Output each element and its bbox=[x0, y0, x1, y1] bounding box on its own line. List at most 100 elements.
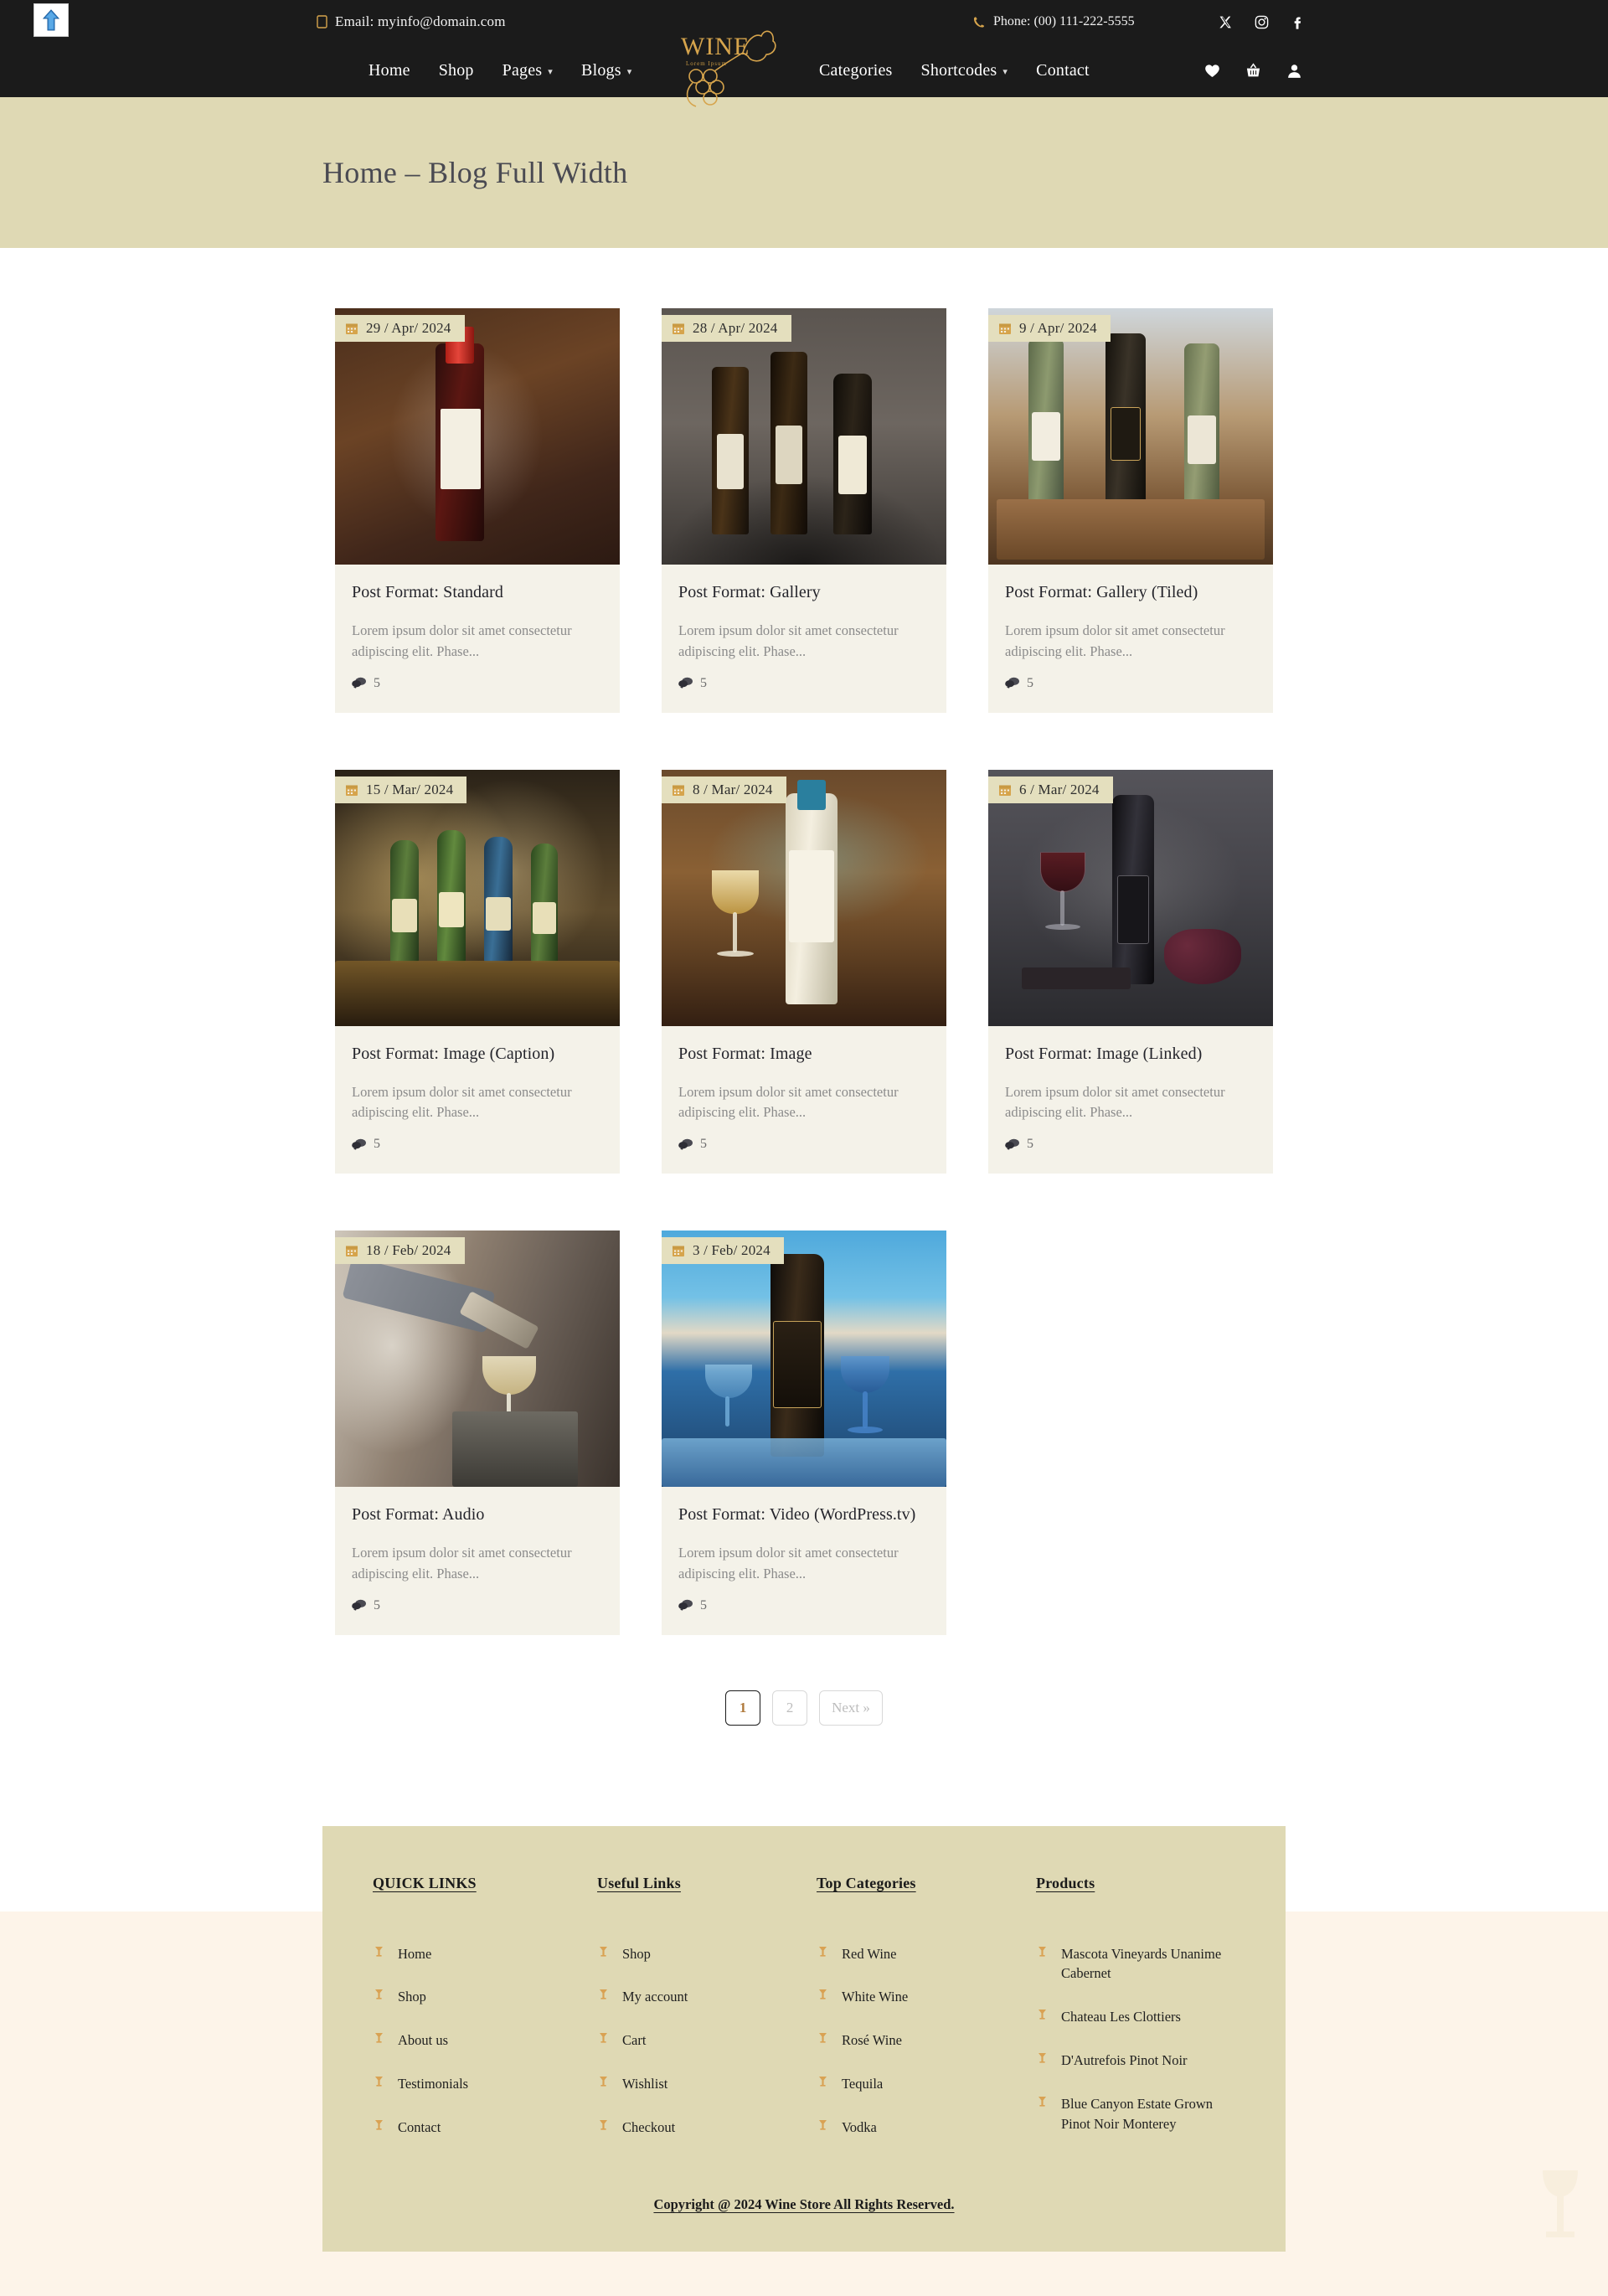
nav-label: Contact bbox=[1036, 60, 1090, 80]
footer-link-tequila[interactable]: Tequila bbox=[817, 2074, 1036, 2094]
nav-item-pages[interactable]: Pages ▾ bbox=[502, 61, 553, 80]
footer-link-wishlist[interactable]: Wishlist bbox=[597, 2074, 817, 2094]
instagram-icon[interactable] bbox=[1255, 15, 1269, 29]
post-excerpt: Lorem ipsum dolor sit amet consectetur a… bbox=[352, 1545, 572, 1581]
post-title[interactable]: Post Format: Image bbox=[678, 1045, 930, 1064]
nav-item-categories[interactable]: Categories bbox=[819, 61, 893, 80]
blog-post-card[interactable]: 15 / Mar/ 2024 Post Format: Image (Capti… bbox=[335, 769, 620, 1174]
user-icon[interactable] bbox=[1286, 63, 1302, 79]
post-comment-count: 5 bbox=[678, 1598, 930, 1613]
post-excerpt: Lorem ipsum dolor sit amet consectetur a… bbox=[352, 1083, 572, 1121]
site-footer: QUICK LINKS Home Shop About us Testimoni… bbox=[322, 1825, 1286, 2252]
blog-post-card[interactable]: 3 / Feb/ 2024 Post Format: Video (WordPr… bbox=[662, 1231, 946, 1635]
wine-glass-icon bbox=[599, 1946, 608, 1958]
facebook-icon[interactable] bbox=[1291, 15, 1305, 29]
post-excerpt: Lorem ipsum dolor sit amet consectetur a… bbox=[1005, 1083, 1225, 1121]
post-date-badge: 9 / Apr/ 2024 bbox=[988, 315, 1111, 342]
wine-glass-icon bbox=[374, 2076, 384, 2087]
wine-glass-icon bbox=[818, 2076, 827, 2087]
basket-icon[interactable] bbox=[1245, 62, 1261, 79]
post-date-badge: 15 / Mar/ 2024 bbox=[335, 776, 467, 803]
blog-post-card[interactable]: 6 / Mar/ 2024 Post Format: Image (Linked… bbox=[988, 769, 1273, 1174]
wine-glass-icon bbox=[1038, 2096, 1047, 2108]
footer-link-chateau-les-clottiers[interactable]: Chateau Les Clottiers bbox=[1036, 2007, 1235, 2027]
footer-link-my-account[interactable]: My account bbox=[597, 1987, 817, 2007]
post-thumbnail[interactable]: 18 / Feb/ 2024 bbox=[335, 1231, 620, 1487]
wine-glass-icon bbox=[599, 2032, 608, 2044]
heart-icon[interactable] bbox=[1204, 63, 1220, 79]
blog-post-card[interactable]: 18 / Feb/ 2024 Post Format: Audio Lorem … bbox=[335, 1231, 620, 1635]
post-thumbnail[interactable]: 29 / Apr/ 2024 bbox=[335, 308, 620, 565]
contact-email-text: Email: myinfo@domain.com bbox=[335, 13, 506, 29]
footer-link-home[interactable]: Home bbox=[373, 1944, 597, 1964]
blog-post-card[interactable]: 9 / Apr/ 2024 Post Format: Gallery (Tile… bbox=[988, 308, 1273, 713]
pagination-page-1[interactable]: 1 bbox=[725, 1690, 761, 1726]
footer-link-red-wine[interactable]: Red Wine bbox=[817, 1944, 1036, 1964]
nav-label: Shortcodes bbox=[920, 60, 997, 80]
footer-link-shop-2[interactable]: Shop bbox=[597, 1944, 817, 1964]
post-thumbnail[interactable]: 3 / Feb/ 2024 bbox=[662, 1231, 946, 1487]
calendar-icon bbox=[998, 322, 1012, 335]
post-body: Post Format: Image (Caption) Lorem ipsum… bbox=[335, 1026, 620, 1174]
site-logo[interactable]: WINE Lorem Ipsum bbox=[674, 20, 778, 112]
post-thumbnail[interactable]: 28 / Apr/ 2024 bbox=[662, 308, 946, 565]
footer-link-checkout[interactable]: Checkout bbox=[597, 2118, 817, 2138]
post-thumbnail[interactable]: 15 / Mar/ 2024 bbox=[335, 769, 620, 1026]
footer-link-contact[interactable]: Contact bbox=[373, 2118, 597, 2138]
post-thumbnail[interactable]: 6 / Mar/ 2024 bbox=[988, 769, 1273, 1026]
post-title[interactable]: Post Format: Audio bbox=[352, 1505, 603, 1525]
footer-link-label: Blue Canyon Estate Grown Pinot Noir Mont… bbox=[1061, 2096, 1214, 2133]
post-title[interactable]: Post Format: Gallery bbox=[678, 583, 930, 602]
footer-link-white-wine[interactable]: White Wine bbox=[817, 1987, 1036, 2007]
post-title[interactable]: Post Format: Image (Linked) bbox=[1005, 1045, 1256, 1064]
post-title[interactable]: Post Format: Video (WordPress.tv) bbox=[678, 1505, 930, 1525]
footer-link-label: Tequila bbox=[842, 2076, 884, 2092]
x-icon[interactable] bbox=[1219, 15, 1233, 29]
comment-icon bbox=[352, 677, 367, 689]
wine-glass-icon bbox=[1038, 1946, 1047, 1958]
top-bar: Email: myinfo@domain.com Phone: (00) 111… bbox=[0, 0, 1608, 44]
scroll-to-top-button[interactable] bbox=[34, 3, 69, 37]
post-thumbnail[interactable]: 9 / Apr/ 2024 bbox=[988, 308, 1273, 565]
footer-link-about-us[interactable]: About us bbox=[373, 2030, 597, 2051]
footer-link-shop[interactable]: Shop bbox=[373, 1987, 597, 2007]
post-date-text: 15 / Mar/ 2024 bbox=[366, 781, 454, 797]
footer-link-dautrefois-pinot-noir[interactable]: D'Autrefois Pinot Noir bbox=[1036, 2051, 1235, 2071]
nav-item-blogs[interactable]: Blogs ▾ bbox=[581, 61, 631, 80]
svg-text:WINE: WINE bbox=[681, 33, 750, 60]
post-date-badge: 28 / Apr/ 2024 bbox=[662, 315, 791, 342]
blog-post-card[interactable]: 29 / Apr/ 2024 Post Format: Standard Lor… bbox=[335, 308, 620, 713]
wine-glass-icon bbox=[599, 2119, 608, 2131]
pagination-page-2[interactable]: 2 bbox=[772, 1690, 808, 1726]
calendar-icon bbox=[345, 1244, 358, 1257]
pagination-next-button[interactable]: Next » bbox=[819, 1690, 883, 1726]
footer-link-label: About us bbox=[398, 2032, 449, 2049]
footer-link-mascota-vineyards[interactable]: Mascota Vineyards Unanime Cabernet bbox=[1036, 1944, 1235, 1984]
footer-link-label: Vodka bbox=[842, 2119, 877, 2136]
nav-item-home[interactable]: Home bbox=[368, 61, 410, 80]
footer-link-vodka[interactable]: Vodka bbox=[817, 2118, 1036, 2138]
nav-item-shop[interactable]: Shop bbox=[439, 61, 474, 80]
post-title[interactable]: Post Format: Standard bbox=[352, 583, 603, 602]
footer-link-label: My account bbox=[622, 1989, 688, 2005]
footer-link-blue-canyon-estate[interactable]: Blue Canyon Estate Grown Pinot Noir Mont… bbox=[1036, 2094, 1235, 2134]
footer-link-testimonials[interactable]: Testimonials bbox=[373, 2074, 597, 2094]
post-title[interactable]: Post Format: Image (Caption) bbox=[352, 1045, 603, 1064]
nav-item-contact[interactable]: Contact bbox=[1036, 61, 1090, 80]
blog-post-card[interactable]: 28 / Apr/ 2024 Post Format: Gallery Lore… bbox=[662, 308, 946, 713]
footer-link-rose-wine[interactable]: Rosé Wine bbox=[817, 2030, 1036, 2051]
page-title-bar: Home – Blog Full Width bbox=[0, 97, 1608, 248]
post-comment-count: 5 bbox=[1005, 676, 1256, 691]
post-body: Post Format: Standard Lorem ipsum dolor … bbox=[335, 565, 620, 713]
footer-column-top-categories: Top Categories Red Wine White Wine Rosé … bbox=[817, 1875, 1036, 2162]
footer-link-cart[interactable]: Cart bbox=[597, 2030, 817, 2051]
blog-post-card[interactable]: 8 / Mar/ 2024 Post Format: Image Lorem i… bbox=[662, 769, 946, 1174]
post-body: Post Format: Audio Lorem ipsum dolor sit… bbox=[335, 1487, 620, 1635]
comment-icon bbox=[352, 1138, 367, 1151]
post-thumbnail[interactable]: 8 / Mar/ 2024 bbox=[662, 769, 946, 1026]
footer-link-label: Checkout bbox=[622, 2119, 676, 2136]
footer-link-label: Shop bbox=[622, 1945, 651, 1962]
nav-item-shortcodes[interactable]: Shortcodes ▾ bbox=[921, 61, 1008, 80]
post-title[interactable]: Post Format: Gallery (Tiled) bbox=[1005, 583, 1256, 602]
footer-link-label: Rosé Wine bbox=[842, 2032, 902, 2049]
